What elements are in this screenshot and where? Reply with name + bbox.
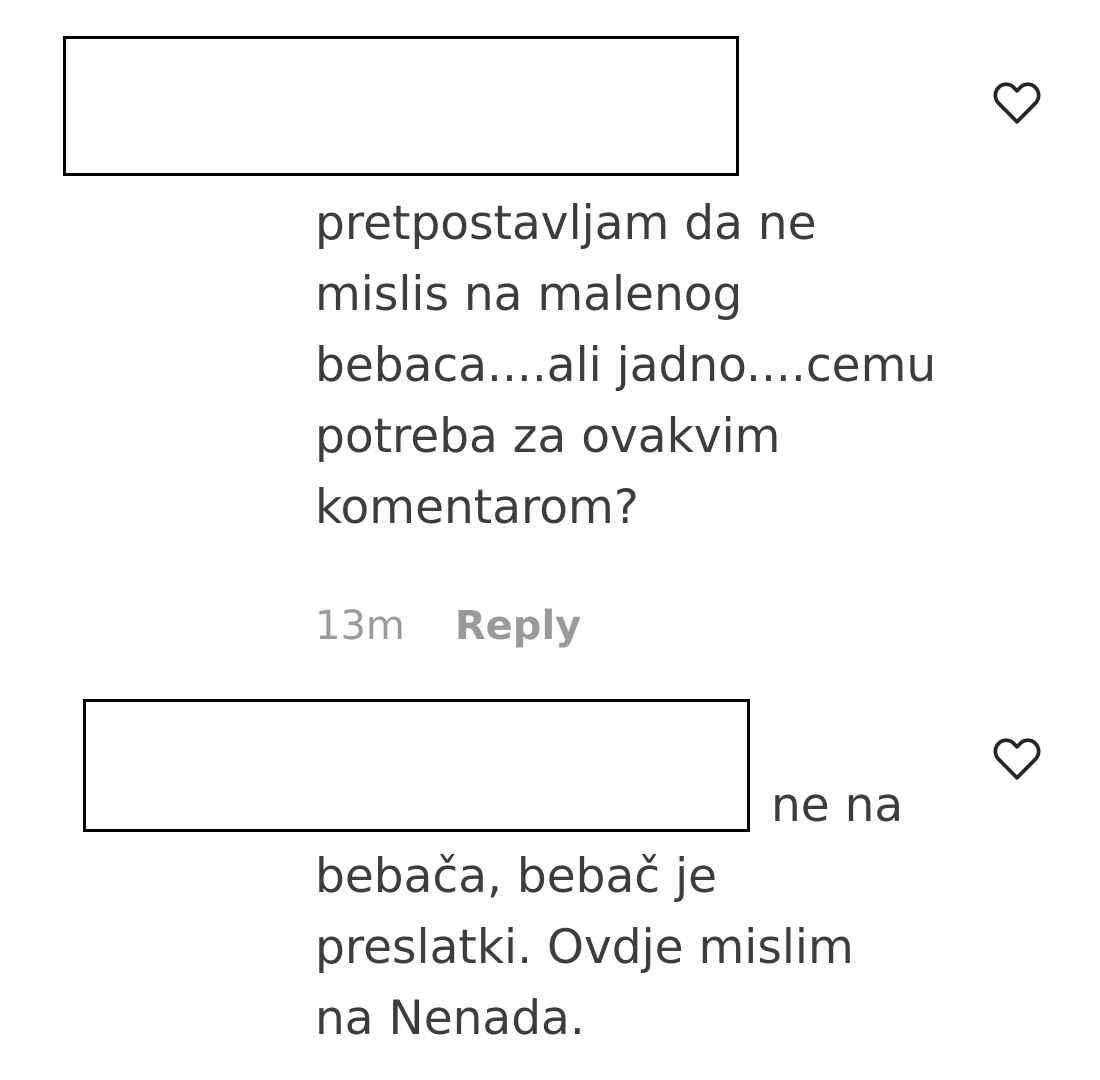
comment: ne na bebača, bebač je preslatki. Ovdje … — [0, 680, 1100, 1080]
comment-timestamp: 13m — [315, 603, 405, 649]
comment-text: pretpostavljam da ne mislis na malenog b… — [315, 196, 937, 535]
heart-outline-icon — [993, 738, 1041, 780]
like-button[interactable] — [989, 74, 1045, 130]
heart-outline-icon — [993, 82, 1041, 124]
redacted-username-box — [63, 36, 739, 176]
like-button[interactable] — [989, 730, 1045, 786]
comment-meta: 13m Reply — [315, 598, 581, 654]
comment: pretpostavljam da ne mislis na malenog b… — [0, 0, 1100, 680]
reply-button[interactable]: Reply — [455, 598, 581, 654]
redacted-username-box — [83, 699, 750, 832]
